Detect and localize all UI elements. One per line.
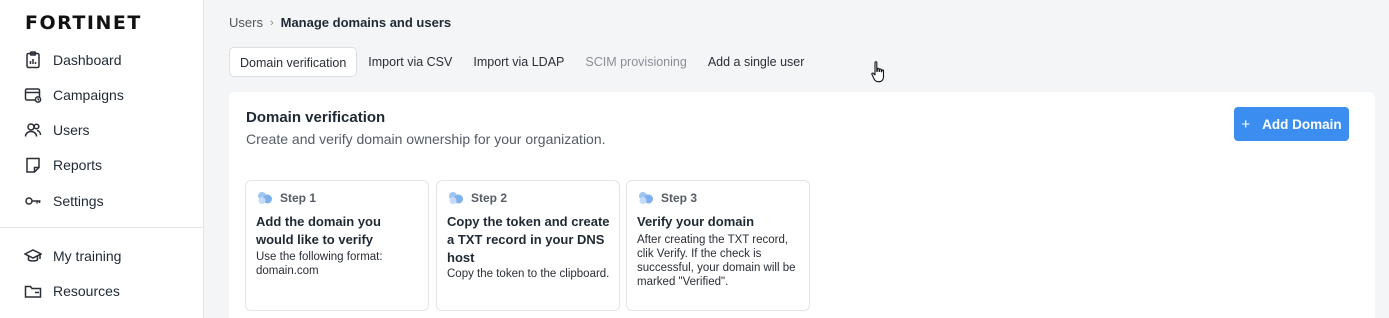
sidebar-item-my-training[interactable]: My training [24, 244, 121, 268]
sidebar: FORTINET Dashboard Campaigns Users Repor… [0, 0, 204, 318]
sidebar-divider [0, 227, 203, 228]
graduation-cap-icon [24, 249, 42, 262]
tab-domain-verification[interactable]: Domain verification [229, 47, 358, 77]
step-label: Step 2 [471, 191, 508, 205]
tab-import-ldap[interactable]: Import via LDAP [463, 47, 574, 77]
step-label: Step 3 [661, 191, 698, 205]
step-header: Step 1 [257, 191, 316, 205]
logo-text: FORTINET [25, 12, 142, 34]
panel-subtitle: Create and verify domain ownership for y… [246, 131, 606, 147]
sidebar-item-label: Settings [53, 193, 104, 209]
reports-icon [26, 157, 40, 173]
sidebar-item-label: Resources [53, 283, 120, 299]
step-card-3: Step 3 Verify your domain After creating… [626, 180, 810, 311]
step-card-1: Step 1 Add the domain you would like to … [245, 180, 429, 311]
step-title: Add the domain you would like to verify [256, 214, 381, 247]
cloud-icon [258, 192, 272, 204]
hand-pointer-cursor-icon [871, 61, 885, 83]
breadcrumb: Users › Manage domains and users [229, 15, 451, 30]
sidebar-item-dashboard[interactable]: Dashboard [24, 48, 122, 72]
tab-bar: Domain verification Import via CSV Impor… [229, 47, 815, 77]
cloud-icon [449, 192, 463, 204]
step-label: Step 1 [280, 191, 317, 205]
step-header: Step 2 [448, 191, 507, 205]
sidebar-item-resources[interactable]: Resources [24, 279, 120, 303]
cloud-icon [639, 192, 653, 204]
sidebar-item-label: Reports [53, 157, 103, 173]
sidebar-item-label: Campaigns [53, 87, 124, 103]
sidebar-item-reports[interactable]: Reports [24, 153, 102, 177]
dashboard-icon [26, 51, 40, 69]
fortinet-logo[interactable]: FORTINET [25, 12, 142, 34]
settings-icon [25, 197, 41, 205]
step-description: After creating the TXT record, clik Veri… [637, 234, 796, 288]
panel-title: Domain verification [246, 109, 386, 126]
campaigns-icon [24, 88, 42, 103]
tab-add-single-user[interactable]: Add a single user [698, 47, 815, 77]
sidebar-item-users[interactable]: Users [24, 118, 90, 142]
step-description: Use the following format: domain.com [256, 251, 383, 277]
step-header: Step 3 [638, 191, 697, 205]
add-domain-button[interactable]: + Add Domain [1234, 107, 1349, 141]
folder-icon [24, 285, 42, 298]
sidebar-item-campaigns[interactable]: Campaigns [24, 83, 124, 107]
add-domain-label: Add Domain [1262, 116, 1342, 132]
sidebar-item-label: Users [53, 122, 90, 138]
users-icon [24, 123, 42, 137]
step-title: Copy the token and create a TXT record i… [447, 214, 610, 265]
chevron-right-icon: › [269, 16, 274, 29]
sidebar-item-settings[interactable]: Settings [24, 189, 104, 213]
breadcrumb-parent[interactable]: Users [229, 15, 263, 30]
step-title: Verify your domain [637, 214, 755, 229]
step-card-2: Step 2 Copy the token and create a TXT r… [436, 180, 620, 311]
breadcrumb-current: Manage domains and users [280, 15, 452, 30]
tab-import-csv[interactable]: Import via CSV [358, 47, 462, 77]
step-description: Copy the token to the clipboard. [447, 268, 610, 280]
domain-verification-panel: Domain verification Create and verify do… [229, 92, 1375, 318]
sidebar-item-label: My training [53, 248, 122, 264]
plus-icon: + [1241, 115, 1251, 133]
tab-scim-provisioning[interactable]: SCIM provisioning [575, 47, 696, 77]
sidebar-item-label: Dashboard [53, 52, 122, 68]
